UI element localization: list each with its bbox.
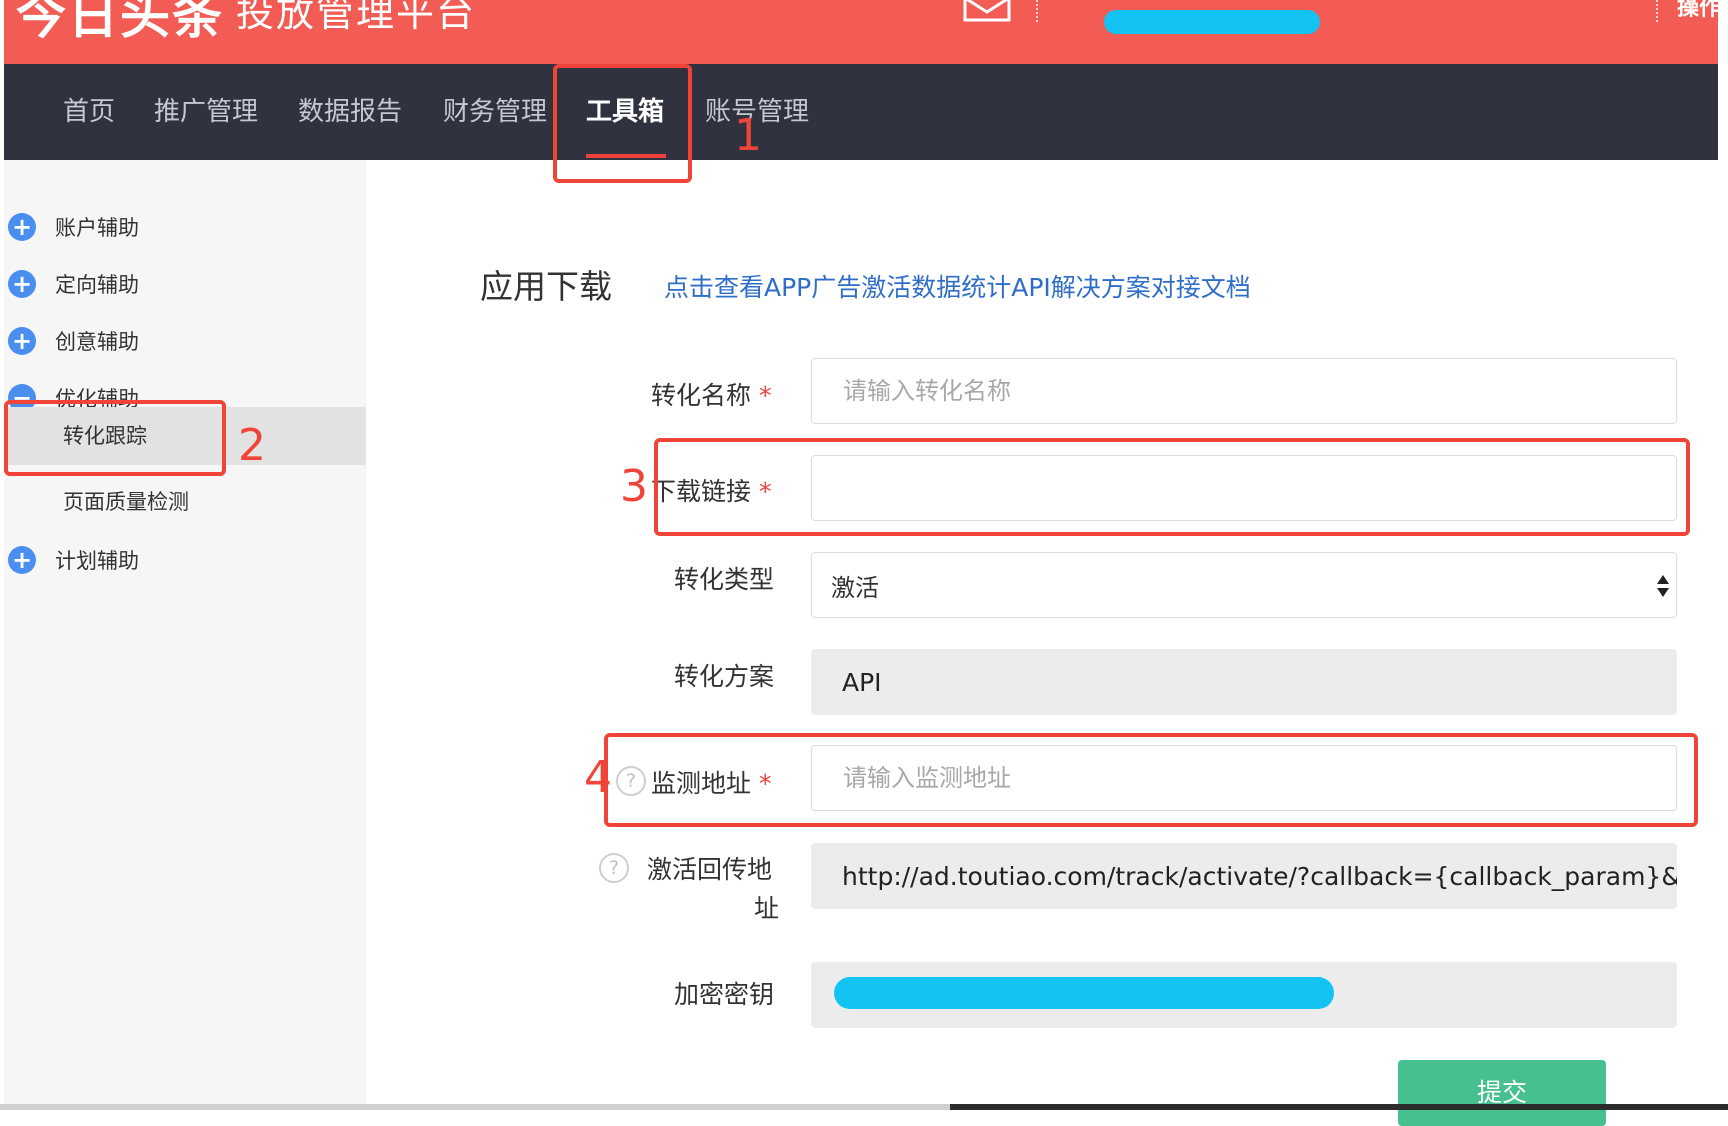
annotation-number-4: 4 xyxy=(584,752,612,803)
conversion-name-input[interactable] xyxy=(811,358,1677,424)
mail-icon[interactable] xyxy=(962,0,1012,26)
nav-item-promotion[interactable]: 推广管理 xyxy=(154,64,258,160)
required-mark: * xyxy=(759,477,772,506)
top-brand-bar: 今日头条 投放管理平台 操作 xyxy=(4,0,1718,64)
callback-url-label: 激活回传地 xyxy=(647,855,773,884)
sidebar-group-plan[interactable]: + 计划辅助 xyxy=(4,540,139,580)
nav-item-reports[interactable]: 数据报告 xyxy=(298,64,402,160)
conversion-type-label: 转化类型 xyxy=(674,565,775,594)
conversion-scheme-label: 转化方案 xyxy=(674,662,775,691)
sidebar: + 账户辅助 + 定向辅助 + 创意辅助 − 优化辅助 转化跟踪 页面质量检测 … xyxy=(4,160,366,1110)
sidebar-group-targeting[interactable]: + 定向辅助 xyxy=(4,264,139,304)
annotation-number-3: 3 xyxy=(620,461,648,512)
conversion-type-select[interactable]: 激活 xyxy=(811,552,1677,618)
download-link-label: 下载链接 * xyxy=(651,477,772,506)
download-link-input[interactable] xyxy=(811,455,1677,521)
plus-icon: + xyxy=(8,327,36,355)
topbar-divider xyxy=(1656,0,1658,22)
annotation-number-1: 1 xyxy=(734,110,762,161)
sidebar-group-label: 创意辅助 xyxy=(55,330,139,354)
page-title: 应用下载 xyxy=(480,267,612,306)
question-icon[interactable]: ? xyxy=(599,853,629,883)
annotation-number-2: 2 xyxy=(238,420,266,471)
api-doc-link[interactable]: 点击查看APP广告激活数据统计API解决方案对接文档 xyxy=(664,268,1251,304)
nav-active-underline xyxy=(586,154,666,158)
conversion-type-value: 激活 xyxy=(831,573,879,602)
nav-item-home[interactable]: 首页 xyxy=(63,64,115,160)
main-nav: 首页 推广管理 数据报告 财务管理 工具箱 账号管理 xyxy=(4,64,1718,160)
sidebar-group-label: 计划辅助 xyxy=(55,549,139,573)
updown-arrow-icon xyxy=(1657,575,1669,597)
plus-icon: + xyxy=(8,213,36,241)
brand-logo[interactable]: 今日头条 xyxy=(16,0,224,48)
plus-icon: + xyxy=(8,270,36,298)
sidebar-group-label: 定向辅助 xyxy=(55,273,139,297)
conversion-name-label: 转化名称 * xyxy=(651,381,772,410)
masked-username[interactable] xyxy=(1104,10,1320,34)
monitor-url-label: 监测地址 * xyxy=(651,769,772,798)
conversion-scheme-value: API xyxy=(811,649,1677,715)
callback-url-label-wrap: 址 xyxy=(754,894,780,923)
question-icon[interactable]: ? xyxy=(616,766,646,796)
nav-item-toolbox[interactable]: 工具箱 xyxy=(586,64,664,160)
masked-encryption-key xyxy=(834,977,1334,1009)
bottom-edge-dark xyxy=(950,1104,1728,1110)
required-mark: * xyxy=(759,381,772,410)
sidebar-group-creative[interactable]: + 创意辅助 xyxy=(4,321,139,361)
bottom-edge-strip xyxy=(0,1104,1728,1110)
plus-icon: + xyxy=(8,546,36,574)
brand-subtitle: 投放管理平台 xyxy=(236,0,477,35)
sidebar-group-account[interactable]: + 账户辅助 xyxy=(4,207,139,247)
submit-button[interactable]: 提交 xyxy=(1398,1060,1606,1126)
callback-url-value[interactable]: http://ad.toutiao.com/track/activate/?ca… xyxy=(811,843,1677,909)
sidebar-item-conversion-tracking[interactable]: 转化跟踪 xyxy=(4,407,366,465)
topbar-divider xyxy=(1036,0,1038,22)
required-mark: * xyxy=(759,769,772,798)
top-right-operation[interactable]: 操作 xyxy=(1677,0,1718,22)
monitor-url-input[interactable] xyxy=(811,745,1677,811)
sidebar-group-label: 账户辅助 xyxy=(55,216,139,240)
nav-item-finance[interactable]: 财务管理 xyxy=(443,64,547,160)
encryption-key-label: 加密密钥 xyxy=(674,980,775,1009)
sidebar-item-page-quality[interactable]: 页面质量检测 xyxy=(4,473,366,531)
